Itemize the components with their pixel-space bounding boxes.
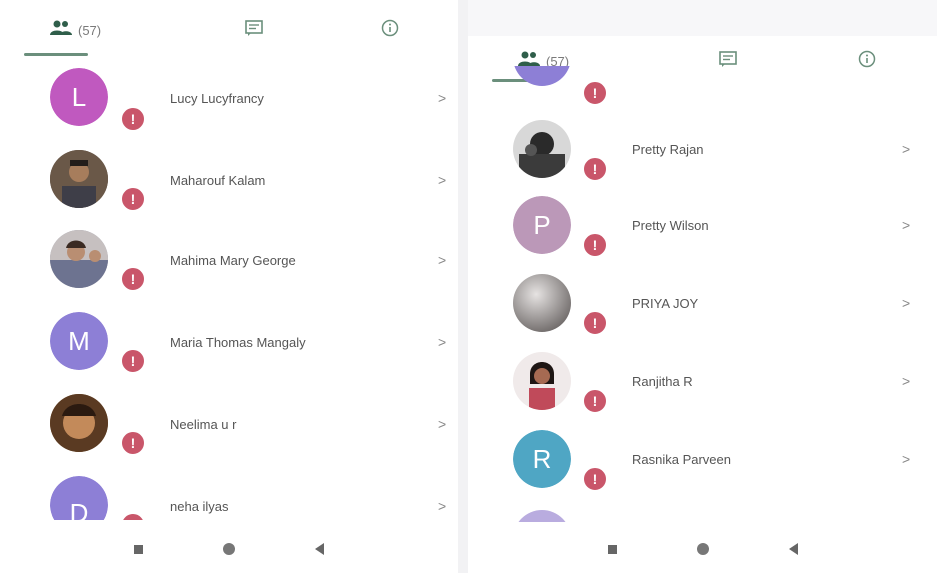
avatar [50,230,108,288]
member-name: Lucy Lucyfrancy [170,91,264,106]
partial-avatar [513,510,571,522]
message-icon [245,19,263,41]
member-name: Maharouf Kalam [170,173,266,188]
chevron-right-icon: > [438,172,447,188]
message-icon [718,50,737,72]
chevron-right-icon: > [902,295,911,311]
status-badge: ! [120,106,146,132]
chevron-right-icon: > [902,373,911,389]
right-phone-screen: (57) ! ! Pretty Rajan > P ! Pretty Wilso… [468,0,937,573]
chevron-right-icon: > [438,90,447,106]
member-row[interactable]: ! Maharouf Kalam > [0,140,458,220]
triangle-back-icon[interactable] [315,543,324,555]
member-row[interactable]: R ! Rasnika Parveen > [468,416,937,496]
status-badge: ! [120,186,146,212]
tab-chat[interactable] [186,0,322,60]
avatar: P [513,196,571,254]
members-screen: (57) ! ! Pretty Rajan > P ! Pretty Wilso… [468,36,937,573]
chevron-right-icon: > [902,217,911,233]
avatar [513,120,571,178]
member-name: Pretty Rajan [632,142,704,157]
tab-info[interactable] [322,0,458,60]
members-count: (57) [78,22,102,38]
member-name: neha ilyas [170,499,229,514]
tab-bar: (57) [0,0,458,60]
member-row[interactable]: ! PRIYA JOY > [468,260,937,340]
chevron-right-icon: > [902,141,911,157]
avatar: R [513,430,571,488]
status-badge: ! [582,156,608,182]
chevron-right-icon: > [438,252,447,268]
chevron-right-icon: > [438,416,447,432]
member-name: Maria Thomas Mangaly [170,335,306,350]
circle-icon[interactable] [223,543,235,555]
member-row[interactable]: ! Pretty Rajan > [468,104,937,184]
avatar: M [50,312,108,370]
status-badge: ! [120,348,146,374]
chevron-right-icon: > [438,498,447,514]
group-icon [50,20,72,41]
left-phone-screen: (57) L ! Lucy Lucyfrancy > ! Maharouf Ka… [0,0,458,573]
avatar [513,274,571,332]
partial-avatar [513,66,571,96]
status-badge: ! [582,232,608,258]
status-badge: ! [582,80,608,106]
triangle-back-icon[interactable] [788,543,798,555]
tab-chat[interactable] [658,36,798,86]
member-row[interactable]: D ! neha ilyas > [0,460,458,520]
avatar [50,150,108,208]
tab-indicator [24,53,88,56]
status-badge: ! [582,466,608,492]
avatar: L [50,68,108,126]
status-badge: ! [120,266,146,292]
member-name: Pretty Wilson [632,218,709,233]
system-nav-bar [468,525,937,573]
member-name: Ranjitha R [632,374,693,389]
member-row[interactable]: P ! Pretty Wilson > [468,182,937,262]
avatar [513,352,571,410]
member-row[interactable]: L ! Lucy Lucyfrancy > [0,60,458,140]
status-badge: ! [582,310,608,336]
member-name: PRIYA JOY [632,296,699,311]
status-badge: ! [582,388,608,414]
tab-members[interactable]: (57) [0,0,186,60]
members-screen: (57) L ! Lucy Lucyfrancy > ! Maharouf Ka… [0,0,458,573]
circle-icon[interactable] [696,543,709,555]
status-badge: ! [120,430,146,456]
square-icon[interactable] [134,544,143,554]
info-icon [858,50,876,73]
status-badge: ! [120,512,146,520]
member-row[interactable]: M ! Maria Thomas Mangaly > [0,300,458,380]
member-row[interactable]: ! Mahima Mary George > [0,220,458,300]
member-row[interactable]: ! Ranjitha R > [468,338,937,418]
system-nav-bar [0,525,458,573]
avatar: D [50,476,108,520]
square-icon[interactable] [607,544,617,554]
member-name: Neelima u r [170,417,237,432]
avatar [50,394,108,452]
member-name: Mahima Mary George [170,253,296,268]
info-icon [381,19,399,42]
tab-info[interactable] [797,36,937,86]
member-name: Rasnika Parveen [632,452,731,467]
member-row[interactable]: ! Neelima u r > [0,380,458,460]
chevron-right-icon: > [438,334,447,350]
chevron-right-icon: > [902,451,911,467]
